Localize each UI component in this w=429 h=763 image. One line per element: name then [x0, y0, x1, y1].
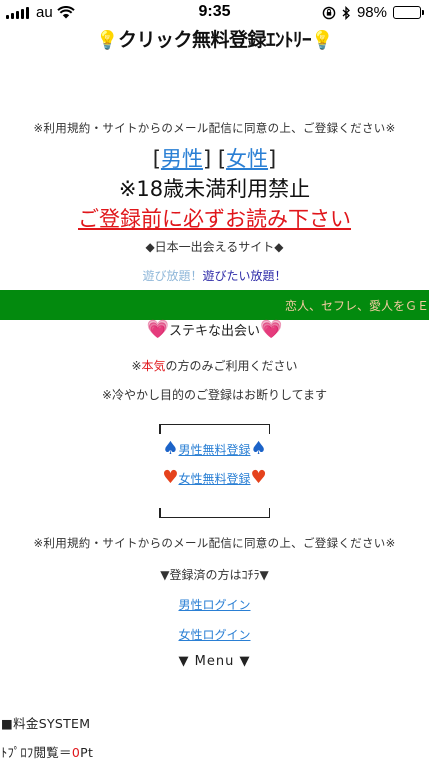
bluetooth-icon — [342, 5, 350, 20]
heart-icon: ♥ — [250, 467, 267, 488]
gender-links: [男性] [女性] — [0, 143, 429, 173]
bracket-close: ] — [202, 147, 212, 171]
female-link[interactable]: 女性 — [226, 147, 268, 171]
status-bar: au 9:35 98% — [0, 0, 429, 24]
marquee-banner: 恋人、セフレ、愛人をＧＥＴ — [0, 290, 429, 320]
serious-prefix: ※ — [131, 359, 142, 373]
male-link[interactable]: 男性 — [161, 147, 203, 171]
best-site-text: ◆日本一出会えるサイト◆ — [145, 240, 284, 254]
male-register-line: ♠男性無料登録♠ — [0, 438, 429, 459]
profile-view-unit: Pt — [80, 745, 94, 760]
play-all-text: 遊び放題！遊びたい放題！ — [0, 267, 429, 284]
lightbulb-icon: 💡 — [96, 30, 118, 51]
menu-toggle[interactable]: ▼ Menu ▼ — [0, 654, 429, 669]
registered-heading: ▼登録済の方はｺﾁﾗ▼ — [160, 568, 269, 582]
female-register-line: ♥女性無料登録♥ — [0, 467, 429, 488]
page-title-text: クリック無料登録ｴﾝﾄﾘｰ — [117, 29, 312, 51]
terms-notice-top: ※利用規約・サイトからのメール配信に同意の上、ご登録ください※ — [33, 121, 396, 135]
bracket-open: [ — [217, 147, 227, 171]
male-login-link[interactable]: 男性ログイン — [178, 598, 250, 612]
fee-system-heading: ■料金SYSTEM — [1, 716, 91, 731]
male-register-link[interactable]: 男性無料登録 — [178, 443, 250, 457]
battery-icon — [393, 6, 424, 19]
age-limit-notice: ※18歳未満利用禁止 — [118, 177, 311, 201]
bracket-open: [ — [152, 147, 161, 171]
serious-only-text: ※本気の方のみご利用ください — [0, 357, 429, 374]
profile-view-fee: ﾄﾌﾟﾛﾌ閲覧＝0Pt — [1, 742, 93, 761]
play-all-light: 遊び放題！ — [142, 269, 203, 283]
terms-notice-bottom: ※利用規約・サイトからのメール配信に同意の上、ご登録ください※ — [33, 536, 396, 550]
rotation-lock-icon — [322, 6, 336, 19]
heart-icon: ♥ — [162, 467, 179, 488]
page-title: 💡クリック無料登録ｴﾝﾄﾘｰ💡 — [0, 25, 429, 52]
nice-meeting-text: ステキな出会い — [168, 324, 260, 339]
male-login-line: 男性ログイン — [0, 594, 429, 613]
serious-suffix: の方のみご利用ください — [165, 359, 298, 373]
heart-icon: 💗 — [146, 319, 169, 340]
read-first-link[interactable]: ご登録前に必ずお読み下さい — [0, 203, 429, 233]
spade-icon: ♠ — [250, 438, 267, 459]
bracket-close: ] — [268, 147, 277, 171]
bracket-bottom — [159, 506, 270, 518]
battery-percent: 98% — [356, 4, 387, 21]
lightbulb-icon: 💡 — [311, 30, 333, 51]
heart-icon: 💗 — [260, 319, 283, 340]
nice-meeting-line: 💗ステキな出会い💗 — [0, 319, 429, 340]
marquee-text: 恋人、セフレ、愛人をＧＥＴ — [285, 299, 429, 313]
profile-view-label: ﾄﾌﾟﾛﾌ閲覧＝ — [1, 745, 72, 760]
female-login-link[interactable]: 女性ログイン — [178, 628, 250, 642]
play-all-dark: 遊びたい放題！ — [202, 269, 287, 283]
bracket-top — [159, 424, 270, 436]
status-right: 98% — [322, 4, 424, 21]
serious-word: 本気 — [141, 359, 166, 373]
profile-view-value: 0 — [71, 745, 81, 760]
no-joke-text: ※冷やかし目的のご登録はお断りしてます — [101, 388, 328, 402]
female-register-link[interactable]: 女性無料登録 — [178, 472, 250, 486]
spade-icon: ♠ — [162, 438, 179, 459]
female-login-line: 女性ログイン — [0, 624, 429, 643]
